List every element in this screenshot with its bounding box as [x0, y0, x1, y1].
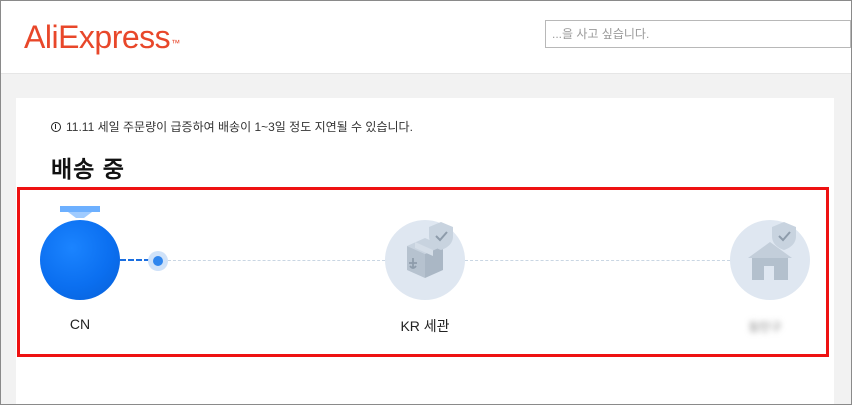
delay-notice: 11.11 세일 주문량이 급증하여 배송이 1~3일 정도 지연될 수 있습니… [51, 118, 413, 135]
aliexpress-logo[interactable]: AliExpress™ [24, 18, 180, 56]
search-input[interactable]: ...을 사고 싶습니다. [545, 20, 845, 48]
info-circle-icon [51, 121, 61, 132]
search-button[interactable] [843, 20, 851, 48]
top-header: AliExpress™ ...을 사고 싶습니다. [1, 1, 851, 74]
tracking-highlight-box [17, 187, 829, 357]
shipping-status-title: 배송 중 [51, 156, 125, 182]
delay-notice-text: 11.11 세일 주문량이 급증하여 배송이 1~3일 정도 지연될 수 있습니… [66, 120, 413, 134]
